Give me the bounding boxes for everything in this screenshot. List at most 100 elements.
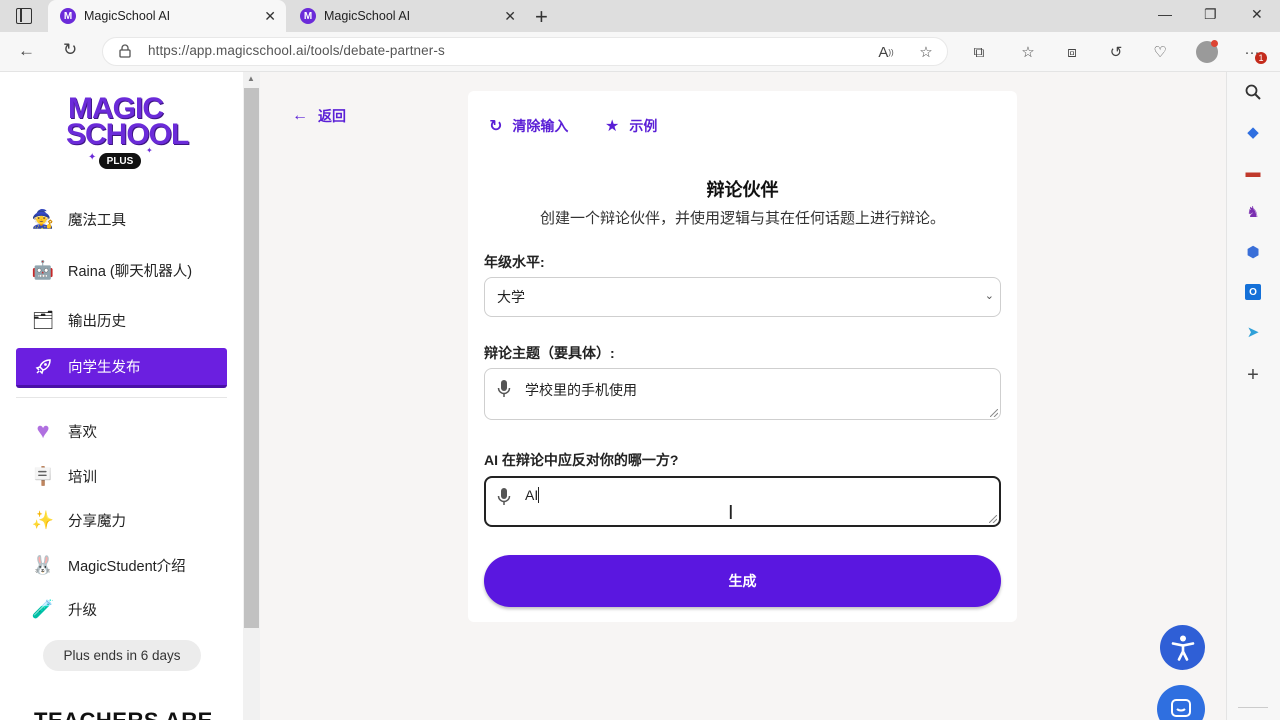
tab-actions-icon[interactable]: [16, 8, 32, 24]
sidebar-item-label: 向学生发布: [68, 360, 141, 376]
sidebar-item-label: 分享魔力: [68, 513, 126, 530]
potion-icon: 🧪: [31, 598, 55, 619]
debate-topic-value: 学校里的手机使用: [525, 382, 637, 398]
page-title: 辩论伙伴: [706, 180, 779, 200]
back-link[interactable]: ← 返回: [292, 106, 346, 126]
refresh-icon[interactable]: ↻: [63, 40, 77, 60]
grade-level-select[interactable]: 大学 ⌄: [484, 277, 1001, 317]
clear-inputs-button[interactable]: ↻ 清除输入: [489, 116, 568, 136]
back-arrow-icon[interactable]: ←: [18, 41, 35, 61]
extensions-icon[interactable]: ⧉: [968, 41, 990, 63]
tab-magicschool[interactable]: M MagicSchool AI ✕: [288, 0, 526, 32]
history-icon[interactable]: ↺: [1105, 41, 1127, 63]
sidebar-item-favorites[interactable]: ♥ 喜欢: [16, 411, 227, 451]
page-subtitle: 创建一个辩论伙伴，并使用逻辑与其在任何话题上进行辩论。: [539, 210, 945, 227]
resize-grip-icon[interactable]: [990, 409, 998, 417]
shopping-tag-icon[interactable]: ◆: [1243, 122, 1263, 142]
example-button[interactable]: ★ 示例: [605, 116, 657, 136]
debate-topic-label: 辩论主题（要具体）:: [484, 345, 615, 361]
generate-button[interactable]: 生成: [484, 555, 1001, 607]
minimize-icon[interactable]: —: [1158, 6, 1172, 22]
heart-icon: ♥: [36, 418, 50, 443]
sparkle-left-icon: ✦: [88, 152, 97, 163]
raina-robot-icon: 🤖: [31, 259, 55, 280]
sidebar-item-label: 升级: [68, 602, 97, 619]
accessibility-icon: [1171, 635, 1194, 661]
refresh-icon: ↻: [489, 118, 503, 135]
sidebar-item-label: MagicStudent介绍: [68, 558, 186, 575]
edge-sidebar-line: [1238, 707, 1268, 708]
microphone-icon[interactable]: [497, 379, 511, 402]
grade-level-label: 年级水平:: [484, 254, 545, 270]
microphone-icon[interactable]: [497, 487, 511, 510]
favorites-icon[interactable]: ☆: [1017, 41, 1039, 63]
close-tab-icon[interactable]: ✕: [504, 8, 516, 25]
sidebar-item-label: 喜欢: [68, 424, 97, 441]
clear-label: 清除输入: [512, 118, 569, 134]
tools-briefcase-icon[interactable]: ▬: [1243, 162, 1263, 182]
magic-tools-icon: 🧙: [31, 208, 55, 229]
outlook-icon[interactable]: O: [1243, 282, 1263, 302]
bunny-icon: 🐰: [31, 554, 55, 575]
sidebar-item-magicstudent[interactable]: 🐰 MagicStudent介绍: [16, 545, 227, 585]
training-easel-icon: 🪧: [31, 465, 55, 486]
arrow-left-icon: ←: [292, 107, 308, 124]
tab-title: MagicSchool AI: [324, 9, 411, 23]
sidebar-divider: [16, 397, 227, 398]
text-caret: [538, 487, 539, 503]
output-history-icon: 🗂: [31, 309, 55, 330]
scroll-up-arrow-icon[interactable]: ▲: [247, 74, 255, 83]
rocket-icon: [30, 354, 56, 380]
microsoft365-icon[interactable]: ⬢: [1243, 242, 1263, 262]
text-cursor-icon: Ι: [728, 502, 734, 524]
window-close-icon[interactable]: ✕: [1251, 6, 1263, 23]
ai-side-value: AI: [525, 487, 539, 503]
telegram-send-icon[interactable]: ➤: [1243, 322, 1263, 342]
chevron-down-icon: ⌄: [984, 290, 994, 302]
magicschool-favicon-icon: M: [60, 8, 76, 24]
sidebar-item-upgrade[interactable]: 🧪 升级: [16, 589, 227, 629]
sidebar-item-label: 输出历史: [68, 313, 126, 330]
games-chess-icon[interactable]: ♞: [1243, 202, 1263, 222]
plus-ends-badge[interactable]: Plus ends in 6 days: [43, 640, 201, 671]
debate-topic-input[interactable]: 学校里的手机使用: [484, 368, 1001, 420]
sidebar-item-label: Raina (聊天机器人): [68, 263, 193, 280]
close-tab-icon[interactable]: ✕: [264, 8, 276, 25]
profile-status-dot: [1211, 40, 1218, 47]
plus-badge: PLUS: [99, 153, 141, 169]
sidebar-item-training[interactable]: 🪧 培训: [16, 456, 227, 496]
teachers-banner: TEACHERS ARE: [34, 708, 213, 720]
sparkle-icon: ✨: [31, 509, 55, 530]
ai-side-label: AI 在辩论中应反对你的哪一方?: [484, 452, 679, 468]
sidebar-item-share-magic[interactable]: ✨ 分享魔力: [16, 500, 227, 540]
grade-level-value: 大学: [497, 289, 525, 305]
chat-support-button[interactable]: [1157, 685, 1205, 720]
example-label: 示例: [629, 118, 658, 134]
tab-magicschool-active[interactable]: M MagicSchool AI ✕: [48, 0, 286, 32]
logo-text-school: SCHOOL: [66, 118, 189, 151]
sidebar-scroll-thumb[interactable]: [244, 88, 259, 628]
favorite-star-icon[interactable]: ☆: [915, 41, 937, 63]
sidebar-item-label: 魔法工具: [68, 212, 126, 229]
resize-grip-icon[interactable]: [989, 515, 997, 523]
url-text[interactable]: https://app.magicschool.ai/tools/debate-…: [148, 43, 445, 58]
performance-icon[interactable]: ♡: [1149, 41, 1171, 63]
magicschool-favicon-icon: M: [300, 8, 316, 24]
lock-icon[interactable]: [119, 44, 131, 58]
add-sidebar-icon[interactable]: +: [1243, 364, 1263, 386]
sidebar-item-publish-to-students[interactable]: 向学生发布: [16, 348, 227, 388]
notification-badge: 1: [1255, 52, 1267, 64]
collections-icon[interactable]: ⧈: [1061, 41, 1083, 63]
sidebar-item-output-history[interactable]: 🗂 输出历史: [16, 300, 227, 340]
sidebar-item-magic-tools[interactable]: 🧙 魔法工具: [16, 199, 227, 239]
sidebar-item-raina[interactable]: 🤖 Raina (聊天机器人): [16, 250, 227, 290]
star-icon: ★: [605, 118, 620, 135]
new-tab-icon[interactable]: +: [535, 4, 548, 30]
magicschool-logo[interactable]: MAGIC SCHOOL: [66, 94, 189, 151]
accessibility-button[interactable]: [1160, 625, 1205, 670]
read-aloud-icon[interactable]: A)): [875, 41, 897, 63]
ai-side-input[interactable]: AI: [484, 476, 1001, 527]
tab-title: MagicSchool AI: [84, 9, 171, 23]
search-icon[interactable]: [1243, 82, 1263, 102]
restore-icon[interactable]: ❐: [1204, 6, 1217, 23]
